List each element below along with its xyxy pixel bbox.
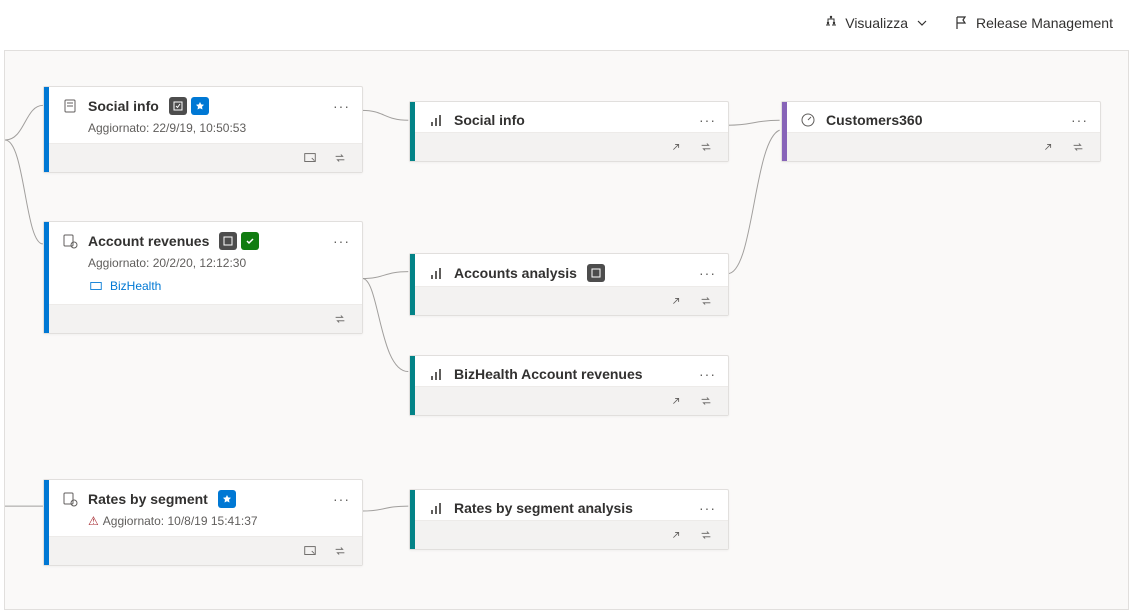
view-dropdown[interactable]: Visualizza [823,15,930,31]
node-badges [169,97,209,115]
report-icon [428,500,444,516]
node-title: Rates by segment [88,491,208,507]
explore-icon[interactable] [302,150,318,166]
node-badges [587,264,605,282]
open-icon[interactable] [668,393,684,409]
sensitivity-badge-icon [169,97,187,115]
dataset-icon [62,98,78,114]
dataset-shared-icon [62,491,78,507]
swap-icon[interactable] [698,139,714,155]
dataset-shared-icon [62,233,78,249]
node-title: Social info [88,98,159,114]
node-rates-by-segment-analysis[interactable]: Rates by segment analysis ··· [409,489,729,550]
warning-icon: ⚠ [88,514,99,528]
topbar: Visualizza Release Management [0,0,1133,46]
report-icon [428,366,444,382]
explore-icon[interactable] [302,543,318,559]
swap-icon[interactable] [1070,139,1086,155]
updated-text: Aggiornato: 22/9/19, 10:50:53 [44,119,362,143]
lineage-canvas[interactable]: Social info ··· Aggiornato: 22/9/19, 10:… [4,50,1129,610]
node-rates-by-segment-source[interactable]: Rates by segment ··· ⚠Aggiornato: 10/8/1… [43,479,363,566]
report-icon [428,112,444,128]
report-icon [428,265,444,281]
sensitivity-badge-icon [587,264,605,282]
updated-text: ⚠Aggiornato: 10/8/19 15:41:37 [44,512,362,536]
node-badges [219,232,259,250]
flag-icon [954,15,970,31]
swap-icon[interactable] [698,393,714,409]
node-title: Customers360 [826,112,923,128]
release-management-button[interactable]: Release Management [954,15,1113,31]
more-button[interactable]: ··· [699,366,716,382]
node-social-info-source[interactable]: Social info ··· Aggiornato: 22/9/19, 10:… [43,86,363,173]
swap-icon[interactable] [698,293,714,309]
open-icon[interactable] [1040,139,1056,155]
node-bizhealth-account-revenues[interactable]: BizHealth Account revenues ··· [409,355,729,416]
node-title: Accounts analysis [454,265,577,281]
node-customers360[interactable]: Customers360 ··· [781,101,1101,162]
node-title: Account revenues [88,233,209,249]
endorsement-badge-icon [191,97,209,115]
more-button[interactable]: ··· [699,500,716,516]
chevron-down-icon [914,15,930,31]
node-accounts-analysis[interactable]: Accounts analysis ··· [409,253,729,316]
more-button[interactable]: ··· [333,233,350,249]
node-badges [218,490,236,508]
swap-icon[interactable] [698,527,714,543]
more-button[interactable]: ··· [1071,112,1088,128]
dashboard-icon [800,112,816,128]
workspace-icon [88,278,104,294]
view-label: Visualizza [845,15,908,31]
workspace-link[interactable]: BizHealth [110,279,161,293]
node-title: Rates by segment analysis [454,500,633,516]
release-label: Release Management [976,15,1113,31]
node-social-info-report[interactable]: Social info ··· [409,101,729,162]
endorsement-badge-icon [218,490,236,508]
swap-icon[interactable] [332,311,348,327]
certified-badge-icon [241,232,259,250]
view-icon [823,15,839,31]
node-title: BizHealth Account revenues [454,366,643,382]
node-account-revenues-source[interactable]: Account revenues ··· Aggiornato: 20/2/20… [43,221,363,334]
open-icon[interactable] [668,293,684,309]
more-button[interactable]: ··· [333,491,350,507]
sensitivity-badge-icon [219,232,237,250]
swap-icon[interactable] [332,150,348,166]
more-button[interactable]: ··· [699,112,716,128]
open-icon[interactable] [668,139,684,155]
more-button[interactable]: ··· [699,265,716,281]
more-button[interactable]: ··· [333,98,350,114]
open-icon[interactable] [668,527,684,543]
swap-icon[interactable] [332,543,348,559]
node-title: Social info [454,112,525,128]
updated-text: Aggiornato: 20/2/20, 12:12:30 [44,254,362,278]
